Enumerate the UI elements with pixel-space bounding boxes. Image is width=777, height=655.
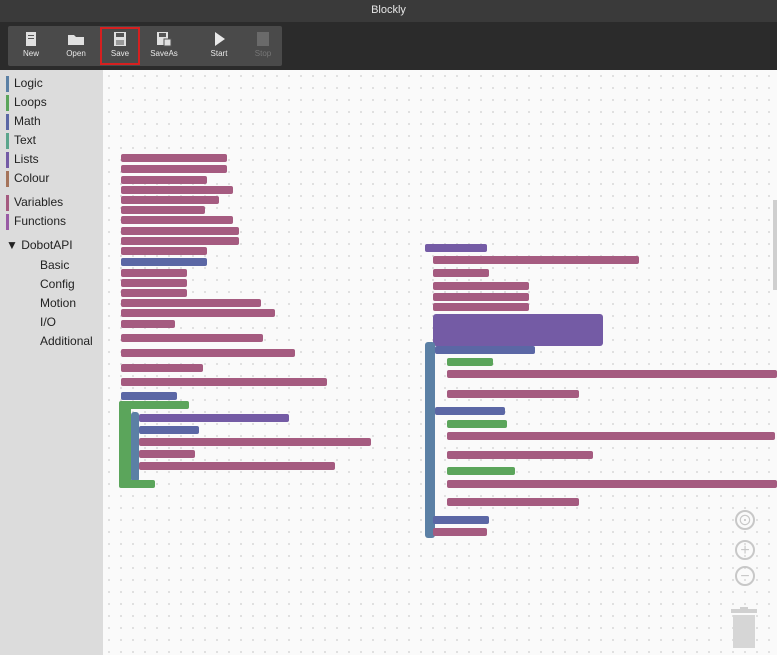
save-button[interactable]: Save [100, 27, 140, 65]
delay-block[interactable] [121, 320, 175, 328]
recenter-icon[interactable]: ⊙ [735, 510, 755, 530]
set-variable-block[interactable] [121, 237, 239, 245]
start-button[interactable]: Start [200, 28, 238, 64]
save-as-label: SaveAs [150, 49, 178, 58]
jump-to-block[interactable] [139, 438, 371, 446]
toolbar-button-group: New Open Save SaveAs Start Stop [8, 26, 282, 66]
set-variable-block[interactable] [433, 293, 529, 301]
jump-to-block[interactable] [139, 462, 335, 470]
zoom-out-icon[interactable]: − [735, 566, 755, 586]
category-lists[interactable]: Lists [6, 152, 39, 168]
subcategory-config[interactable]: Config [40, 277, 75, 291]
start-label: Start [210, 49, 228, 58]
save-icon [114, 32, 126, 46]
save-as-icon [157, 32, 172, 47]
set-color-sensor-block[interactable] [121, 299, 261, 307]
repeat-loop-header[interactable] [119, 401, 189, 409]
stop-icon [257, 32, 269, 46]
jump-to-block[interactable] [447, 370, 777, 378]
repeat-loop-block[interactable] [119, 401, 131, 487]
new-label: New [22, 49, 39, 58]
category-dobotapi[interactable]: ▼ DobotAPI [6, 238, 73, 252]
delay-block[interactable] [433, 269, 489, 277]
set-variable-block[interactable] [121, 279, 187, 287]
delay-block[interactable] [139, 450, 195, 458]
suction-cup-block[interactable] [121, 392, 177, 400]
stop-button[interactable]: Stop [244, 28, 282, 64]
suction-cup-block[interactable] [139, 426, 199, 434]
category-variables[interactable]: Variables [6, 195, 63, 211]
jump-to-block[interactable] [447, 480, 777, 488]
if-else-block[interactable] [425, 342, 435, 538]
set-variable-block[interactable] [121, 247, 207, 255]
window-title: Blockly [371, 4, 406, 16]
text-compare-block[interactable] [447, 467, 515, 475]
jump-to-block[interactable] [121, 378, 327, 386]
category-text[interactable]: Text [6, 133, 36, 149]
set-variable-block[interactable] [121, 289, 187, 297]
folder-open-icon [68, 35, 84, 45]
text-compare-block[interactable] [447, 420, 507, 428]
category-functions[interactable]: Functions [6, 214, 66, 230]
save-label: Save [110, 49, 130, 58]
set-variable-block[interactable] [121, 165, 227, 173]
repeat-loop-footer[interactable] [119, 480, 155, 488]
compare-block[interactable] [435, 346, 535, 354]
save-as-button[interactable]: SaveAs [145, 28, 183, 64]
new-button[interactable]: New [12, 28, 50, 64]
delay-block[interactable] [433, 528, 487, 536]
procedure-header-block[interactable] [425, 244, 487, 252]
jump-to-block[interactable] [433, 256, 639, 264]
set-variable-block[interactable] [121, 196, 219, 204]
get-photoelectric-sensor-block[interactable] [139, 414, 289, 422]
zoom-in-icon[interactable]: + [735, 540, 755, 560]
set-variable-block[interactable] [121, 154, 227, 162]
play-icon [215, 32, 225, 46]
category-colour[interactable]: Colour [6, 171, 49, 187]
blockly-workspace[interactable]: ⊙ + − [103, 70, 777, 655]
set-linear-rail-block[interactable] [121, 349, 295, 357]
category-math[interactable]: Math [6, 114, 41, 130]
set-variable-block[interactable] [121, 227, 239, 235]
subcategory-motion[interactable]: Motion [40, 296, 76, 310]
set-variable-block[interactable] [447, 390, 579, 398]
category-loops[interactable]: Loops [6, 95, 47, 111]
set-variable-block[interactable] [121, 186, 233, 194]
open-label: Open [66, 49, 86, 58]
trash-icon[interactable] [729, 607, 759, 649]
text-compare-block[interactable] [447, 358, 493, 366]
subcategory-basic[interactable]: Basic [40, 258, 69, 272]
if-block[interactable] [131, 412, 139, 482]
set-variable-block[interactable] [433, 303, 529, 311]
set-photoelectric-sensor-block[interactable] [121, 309, 275, 317]
subcategory-io[interactable]: I/O [40, 315, 56, 329]
workspace-scrollbar[interactable] [773, 200, 777, 290]
title-bar: Blockly [0, 0, 777, 22]
stop-label: Stop [254, 49, 272, 58]
category-logic[interactable]: Logic [6, 76, 43, 92]
set-joint-speed-block[interactable] [121, 334, 263, 342]
jump-to-block[interactable] [447, 432, 775, 440]
toolbox-sidebar: Logic Loops Math Text Lists Colour Varia… [0, 70, 103, 655]
set-variable-block[interactable] [447, 451, 593, 459]
new-file-icon [26, 32, 36, 46]
set-variable-block[interactable] [121, 176, 207, 184]
set-variable-block[interactable] [121, 216, 233, 224]
create-list-block[interactable] [433, 314, 603, 346]
suction-cup-block[interactable] [433, 516, 489, 524]
set-jump-height-block[interactable] [121, 364, 203, 372]
set-variable-block[interactable] [447, 498, 579, 506]
compare-block[interactable] [435, 407, 505, 415]
subcategory-additional[interactable]: Additional [40, 334, 93, 348]
set-variable-block[interactable] [121, 269, 187, 277]
set-variable-block[interactable] [433, 282, 529, 290]
dobot-command-block[interactable] [121, 258, 207, 266]
open-button[interactable]: Open [57, 28, 95, 64]
toolbar: New Open Save SaveAs Start Stop [0, 22, 777, 70]
set-variable-block[interactable] [121, 206, 205, 214]
